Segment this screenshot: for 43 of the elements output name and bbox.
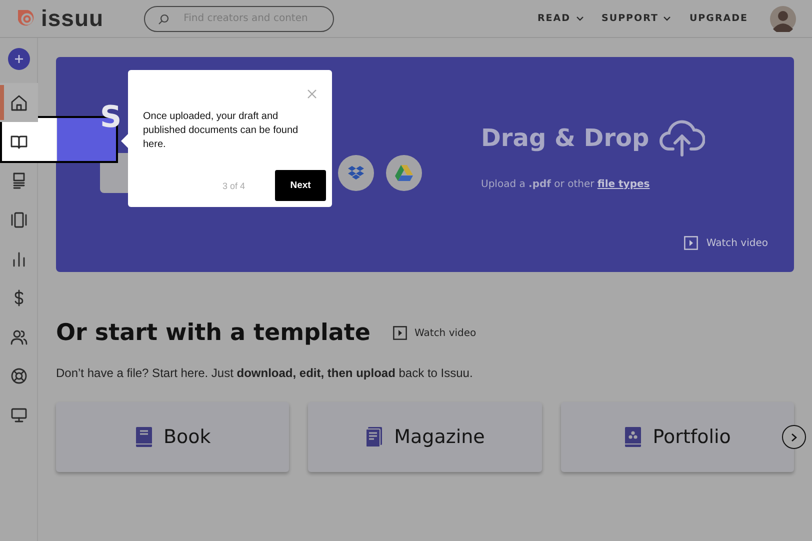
nav-link[interactable]: READ [537,13,584,24]
close-icon [307,89,317,99]
section-title: Or start with a template [56,320,371,346]
cloud-upload-icon [659,119,706,157]
drive-icon [395,165,413,181]
nav-link[interactable]: SUPPORT [602,13,672,24]
step-counter: 3 of 4 [222,180,245,190]
search-icon [158,14,169,24]
chevron-down-icon [663,16,672,22]
dropbox-button[interactable] [338,155,374,191]
drive-button[interactable] [386,155,422,191]
create-button[interactable] [8,48,30,70]
logo-icon [17,9,36,28]
file-types-link[interactable]: file types [597,179,650,190]
help-icon[interactable] [10,366,28,384]
upload-hint: Upload a .pdf or other file types [481,179,651,190]
people-icon[interactable] [10,328,28,346]
chevron-right-icon [791,432,797,442]
template-card[interactable]: Portfolio [560,402,794,472]
active-indicator [0,85,4,120]
drag-drop-title: Drag & Drop [481,124,650,152]
chevron-down-icon [576,16,584,22]
plus-icon [14,55,22,63]
section-description: Don’t have a file? Start here. Just download, edit, then upload back to Issuu. [56,366,474,380]
home-icon[interactable] [10,94,28,112]
magazine-icon [365,426,384,448]
watch-video-link[interactable]: Watch video [684,236,768,250]
story-icon[interactable] [10,210,28,228]
screen-icon[interactable] [10,406,28,424]
template-card[interactable]: Magazine [308,402,542,472]
template-card[interactable]: Book [56,402,290,472]
avatar[interactable] [770,6,796,32]
logo-text[interactable]: issuu [41,5,104,32]
watch-video-link[interactable]: Watch video [392,326,476,340]
nav-link[interactable]: UPGRADE [689,13,748,24]
tour-text: Once uploaded, your draft and published documents can be found here. [143,110,300,152]
book-icon [134,426,153,448]
play-icon [684,236,698,250]
dropbox-icon [348,166,364,180]
next-arrow-button[interactable] [782,425,806,449]
portfolio-icon [624,426,642,448]
play-icon [392,326,407,340]
next-button[interactable]: Next [275,170,326,201]
